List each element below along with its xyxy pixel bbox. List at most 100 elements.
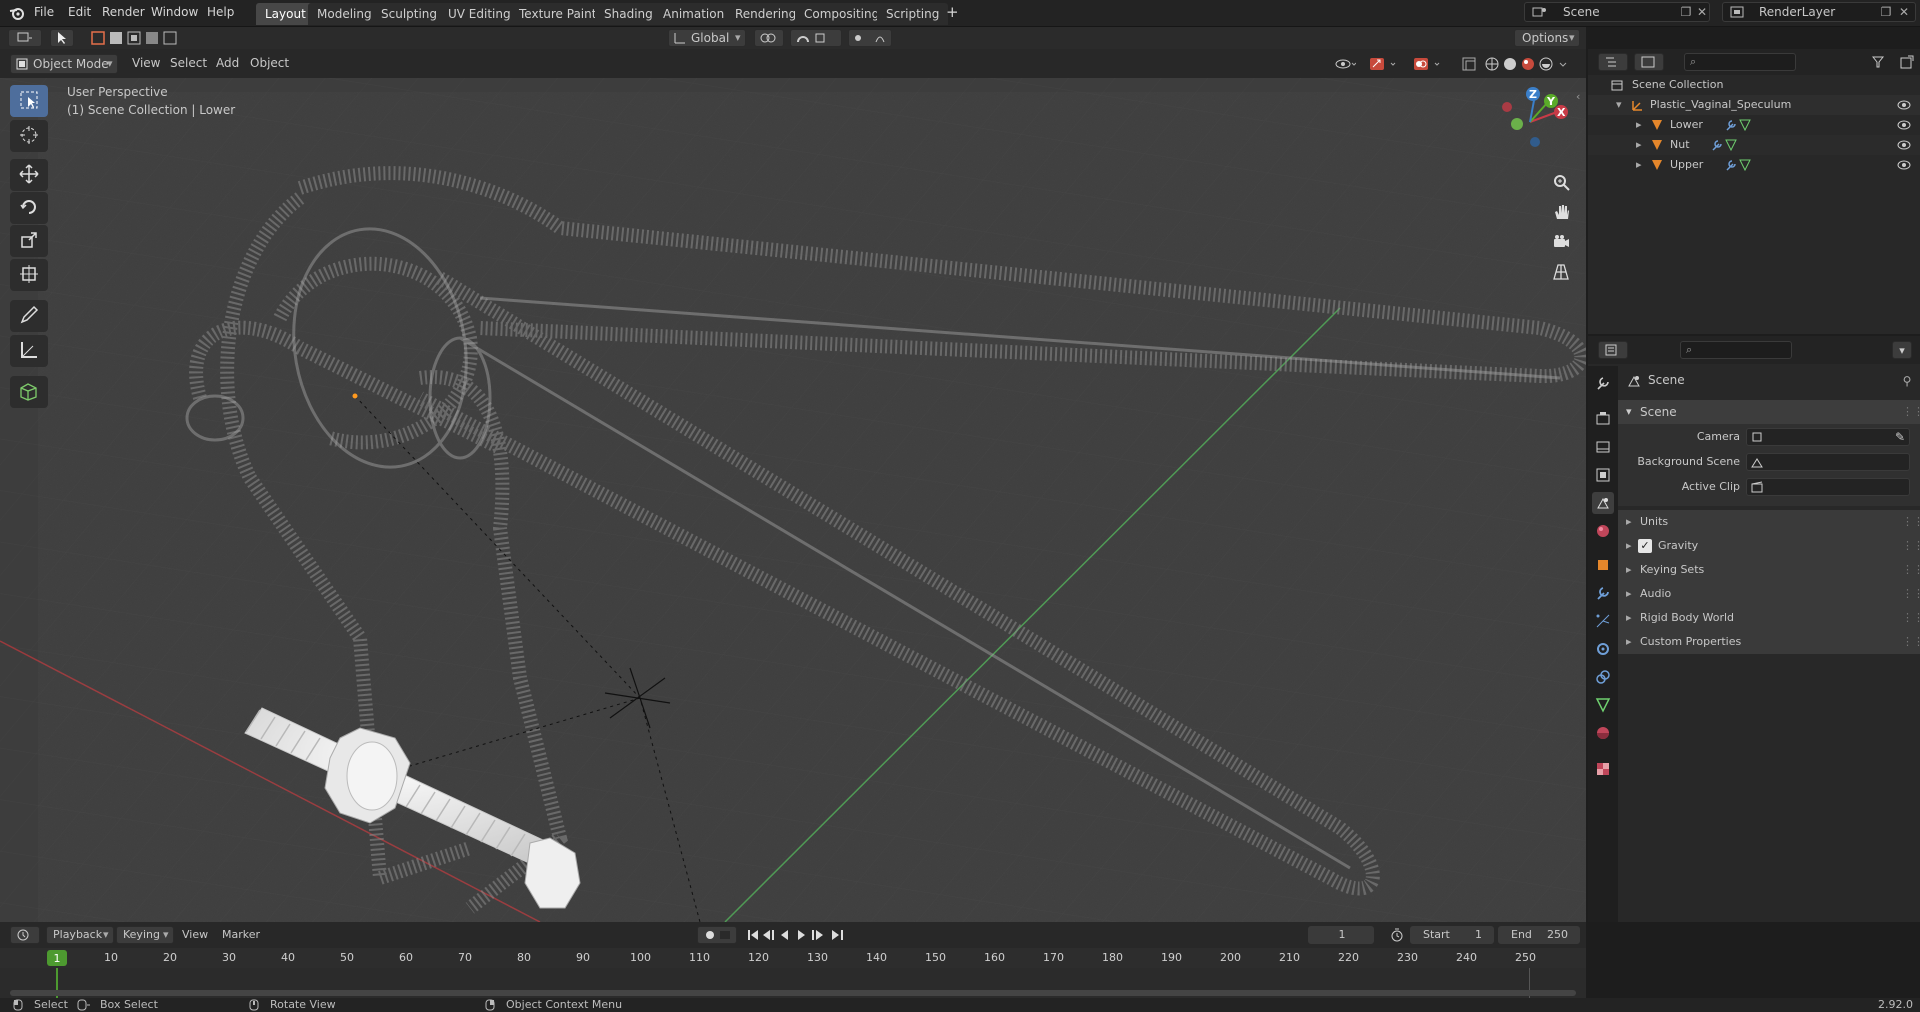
active-clip-field[interactable] — [1746, 478, 1910, 496]
scene-tab-icon[interactable] — [1592, 492, 1614, 514]
close-icon[interactable]: ✕ — [1897, 4, 1911, 20]
menu-add[interactable]: Add — [216, 56, 239, 70]
playback-dropdown[interactable]: Playback ▾ — [46, 926, 114, 944]
eye-icon[interactable] — [1896, 158, 1912, 172]
zoom-icon[interactable] — [1546, 168, 1576, 196]
menu-window[interactable]: Window — [151, 0, 198, 24]
outliner-row-lower[interactable]: ▸ Lower — [1588, 115, 1920, 135]
drag-handle-icon[interactable]: ⋮⋮ — [1902, 534, 1920, 558]
menu-view[interactable]: View — [132, 56, 160, 70]
view-layer-tab-icon[interactable] — [1592, 464, 1614, 486]
auto-keying-record-icon[interactable] — [697, 926, 737, 944]
tool-rotate[interactable] — [10, 192, 48, 224]
tool-move[interactable] — [10, 159, 48, 191]
panel-custom-properties-header[interactable]: ▸ Custom Properties ⋮⋮ — [1618, 630, 1920, 654]
output-tab-icon[interactable] — [1592, 436, 1614, 458]
outliner-editor-type-icon[interactable] — [1598, 53, 1628, 71]
drag-handle-icon[interactable]: ⋮⋮ — [1902, 582, 1920, 606]
menu-help[interactable]: Help — [207, 0, 234, 24]
shading-mode-icons[interactable] — [1484, 54, 1574, 74]
drag-handle-icon[interactable]: ⋮⋮ — [1902, 606, 1920, 630]
editor-type-icon[interactable] — [8, 29, 42, 47]
drag-handle-icon[interactable]: ⋮⋮ — [1902, 510, 1920, 534]
panel-scene-header[interactable]: ▾ Scene ⋮⋮ — [1618, 400, 1920, 424]
properties-search-input[interactable]: ⌕ — [1680, 341, 1792, 359]
outliner-row-nut[interactable]: ▸ Nut — [1588, 135, 1920, 155]
menu-edit[interactable]: Edit — [68, 0, 91, 24]
tab-sculpting[interactable]: Sculpting — [372, 3, 447, 25]
snap-icon[interactable] — [790, 29, 842, 47]
chevron-down-icon[interactable]: ▾ — [1892, 341, 1912, 359]
panel-audio-header[interactable]: ▸ Audio ⋮⋮ — [1618, 582, 1920, 606]
material-tab-icon[interactable] — [1592, 722, 1614, 744]
display-mode-icon[interactable] — [1634, 53, 1664, 71]
tool-measure[interactable] — [10, 335, 48, 367]
object-tab-icon[interactable] — [1592, 554, 1614, 576]
camera-field[interactable]: ✎ — [1746, 428, 1910, 446]
expand-triangle-icon[interactable]: ▸ — [1636, 138, 1642, 151]
overlays-toggle-icon[interactable] — [1410, 54, 1446, 74]
mesh-data-tab-icon[interactable] — [1592, 694, 1614, 716]
texture-tab-icon[interactable] — [1592, 758, 1614, 780]
transform-orientation-dropdown[interactable]: Global ▾ — [668, 29, 746, 47]
panel-gravity-header[interactable]: ▸ ✓ Gravity ⋮⋮ — [1618, 534, 1920, 558]
mesh-data-icon[interactable] — [1738, 158, 1752, 172]
tab-layout[interactable]: Layout — [256, 3, 315, 25]
eye-icon[interactable] — [1896, 118, 1912, 132]
modifier-tab-icon[interactable] — [1592, 582, 1614, 604]
mesh-data-icon[interactable] — [1738, 118, 1752, 132]
drag-handle-icon[interactable]: ⋮⋮ — [1902, 558, 1920, 582]
stopwatch-icon[interactable] — [1388, 926, 1406, 944]
outliner-search-input[interactable]: ⌕ — [1684, 53, 1796, 71]
properties-editor-type-icon[interactable] — [1598, 341, 1628, 359]
select-tool-icon[interactable] — [50, 29, 74, 47]
tool-scale[interactable] — [10, 225, 48, 257]
menu-file[interactable]: File — [34, 0, 54, 24]
particles-tab-icon[interactable] — [1592, 610, 1614, 632]
xray-toggle-icon[interactable] — [1460, 54, 1478, 74]
camera-view-icon[interactable] — [1546, 228, 1576, 256]
expand-triangle-icon[interactable]: ▾ — [1616, 98, 1622, 111]
timeline-scrollbar[interactable] — [10, 990, 1576, 996]
tool-tab-icon[interactable] — [1592, 372, 1614, 394]
playback-controls[interactable] — [746, 926, 858, 944]
keying-dropdown[interactable]: Keying ▾ — [116, 926, 174, 944]
tab-rendering[interactable]: Rendering — [726, 3, 806, 25]
background-scene-field[interactable] — [1746, 453, 1910, 471]
panel-keying-sets-header[interactable]: ▸ Keying Sets ⋮⋮ — [1618, 558, 1920, 582]
gizmo-toggle-icon[interactable] — [1366, 54, 1402, 74]
tab-animation[interactable]: Animation — [654, 3, 734, 25]
world-tab-icon[interactable] — [1592, 520, 1614, 542]
menu-render[interactable]: Render — [102, 0, 145, 24]
blender-logo-icon[interactable] — [8, 4, 26, 22]
tool-add-cube[interactable] — [10, 376, 48, 408]
view-layer-selector[interactable]: RenderLayer ❐ ✕ — [1722, 2, 1916, 22]
selection-mode-icons[interactable] — [90, 29, 178, 47]
current-frame-field[interactable]: 1 — [1308, 926, 1374, 944]
gravity-checkbox[interactable]: ✓ — [1638, 539, 1652, 553]
tab-texture-paint[interactable]: Texture Paint — [510, 3, 606, 25]
tab-compositing[interactable]: Compositing — [795, 3, 889, 25]
outliner-row-collection[interactable]: ▾ Plastic_Vaginal_Speculum — [1588, 95, 1920, 115]
scene-selector[interactable]: Scene ❐ ✕ — [1524, 2, 1710, 22]
pin-icon[interactable]: ⚲ — [1900, 373, 1914, 389]
frame-ruler[interactable]: 1 10 20 30 40 50 60 70 80 90 100 110 120… — [0, 948, 1586, 968]
tab-scripting[interactable]: Scripting — [877, 3, 949, 25]
tool-annotate[interactable] — [10, 300, 48, 332]
object-mode-dropdown[interactable]: Object Mode ▾ — [10, 54, 118, 74]
physics-tab-icon[interactable] — [1592, 638, 1614, 660]
constraints-tab-icon[interactable] — [1592, 666, 1614, 688]
menu-select[interactable]: Select — [170, 56, 207, 70]
tool-transform[interactable] — [10, 259, 48, 291]
pan-hand-icon[interactable] — [1546, 198, 1576, 226]
3d-viewport[interactable]: User Perspective (1) Scene Collection | … — [0, 78, 1586, 922]
sidebar-toggle-icon[interactable]: ‹ — [1576, 90, 1580, 103]
modifier-wrench-icon[interactable] — [1710, 138, 1724, 152]
tool-cursor[interactable] — [10, 120, 48, 152]
drag-handle-icon[interactable]: ⋮⋮ — [1902, 400, 1920, 424]
proportional-editing-icon[interactable] — [848, 29, 892, 47]
timeline-editor-type-icon[interactable] — [10, 926, 40, 944]
timeline-track-area[interactable] — [0, 968, 1586, 998]
menu-object[interactable]: Object — [250, 56, 289, 70]
close-icon[interactable]: ✕ — [1695, 4, 1709, 20]
